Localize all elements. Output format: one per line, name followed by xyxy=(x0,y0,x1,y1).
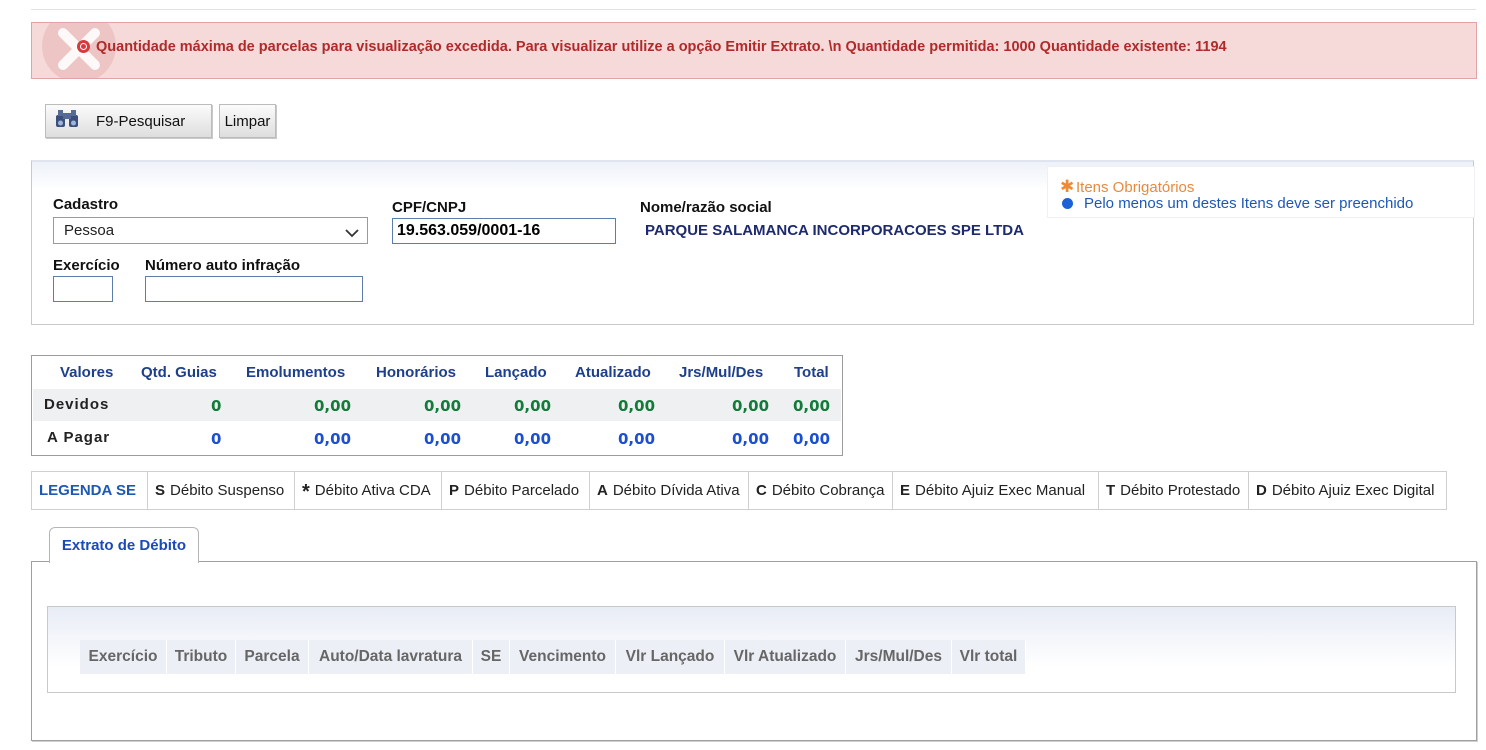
se-legend-item: D Débito Ajuiz Exec Digital xyxy=(1249,472,1446,509)
value-cell: 0,00 xyxy=(732,430,770,448)
grid-header-cell[interactable]: Tributo xyxy=(167,640,236,674)
extrato-grid: Exercício Tributo Parcela Auto/Data lavr… xyxy=(47,606,1456,693)
se-label: Débito Protestado xyxy=(1120,482,1241,499)
error-text: Quantidade máxima de parcelas para visua… xyxy=(96,39,1227,55)
error-dot-icon xyxy=(77,40,90,53)
grid-header-cell[interactable]: Vencimento xyxy=(510,640,616,674)
clear-button[interactable]: Limpar xyxy=(219,104,276,138)
se-label: Débito Dívida Ativa xyxy=(612,482,740,499)
value-cell: 0,00 xyxy=(793,430,831,448)
legend-required-row: ✱ Itens Obrigatórios xyxy=(1060,177,1194,197)
se-label: Débito Cobrança xyxy=(771,482,885,499)
values-summary-table: Valores Qtd. Guias Emolumentos Honorário… xyxy=(31,355,843,456)
value-cell: 0 xyxy=(211,397,222,415)
se-label: Débito Parcelado xyxy=(464,482,580,499)
se-legend-item: A Débito Dívida Ativa xyxy=(590,472,749,509)
grid-header-cell[interactable]: Jrs/Mul/Des xyxy=(846,640,952,674)
se-label: Débito Suspenso xyxy=(170,482,285,499)
value-cell: 0,00 xyxy=(314,430,352,448)
cadastro-select[interactable]: Pessoa xyxy=(53,217,368,244)
se-legend-item: P Débito Parcelado xyxy=(442,472,590,509)
grid-header-cell[interactable]: Parcela xyxy=(236,640,309,674)
legend-one-of-text: Pelo menos um destes Itens deve ser pree… xyxy=(1084,195,1414,212)
value-cell: 0,00 xyxy=(618,430,656,448)
auto-infracao-input[interactable] xyxy=(145,276,363,302)
se-label: Débito Ajuiz Exec Digital xyxy=(1271,482,1435,499)
value-cell: 0,00 xyxy=(618,397,656,415)
values-header: Qtd. Guias xyxy=(141,364,217,381)
auto-infracao-label: Número auto infração xyxy=(145,257,301,274)
value-cell: 0 xyxy=(211,430,222,448)
razao-social-value: PARQUE SALAMANCA INCORPORACOES SPE LTDA xyxy=(645,222,1024,239)
table-row: Devidos 0 0,00 0,00 0,00 0,00 0,00 0,00 xyxy=(33,389,841,421)
se-legend-item: T Débito Protestado xyxy=(1099,472,1249,509)
se-code: C xyxy=(756,482,767,499)
se-legend-item: * Débito Ativa CDA xyxy=(295,472,442,509)
value-cell: 0,00 xyxy=(514,430,552,448)
se-legend-title: LEGENDA SE xyxy=(32,472,148,509)
cpf-cnpj-input[interactable]: 19.563.059/0001-16 xyxy=(392,218,616,244)
clear-button-label: Limpar xyxy=(224,112,271,130)
se-code: D xyxy=(1256,482,1267,499)
chevron-down-icon xyxy=(345,225,359,242)
grid-header-cell[interactable]: Vlr Lançado xyxy=(616,640,725,674)
values-header: Jrs/Mul/Des xyxy=(679,364,764,381)
exercicio-label: Exercício xyxy=(53,257,120,274)
table-row: A Pagar 0 0,00 0,00 0,00 0,00 0,00 0,00 xyxy=(33,422,841,454)
required-legend: ✱ Itens Obrigatórios Pelo menos um destes… xyxy=(1047,166,1475,218)
asterisk-icon: ✱ xyxy=(1060,177,1075,196)
row-label: Devidos xyxy=(44,396,110,413)
se-legend-item: E Débito Ajuiz Exec Manual xyxy=(893,472,1099,509)
grid-header-cell[interactable]: Vlr Atualizado xyxy=(725,640,846,674)
exercicio-input[interactable] xyxy=(53,276,113,302)
se-code: P xyxy=(449,482,460,499)
se-code: T xyxy=(1106,482,1116,499)
se-label: Débito Ativa CDA xyxy=(314,482,431,499)
error-banner: Quantidade máxima de parcelas para visua… xyxy=(31,22,1477,79)
values-header: Atualizado xyxy=(575,364,651,381)
se-code: S xyxy=(155,482,166,499)
grid-header-cell[interactable]: Exercício xyxy=(80,640,167,674)
value-cell: 0,00 xyxy=(514,397,552,415)
value-cell: 0,00 xyxy=(793,397,831,415)
value-cell: 0,00 xyxy=(732,397,770,415)
search-button[interactable]: F9-Pesquisar xyxy=(45,104,212,138)
legend-required-text: Itens Obrigatórios xyxy=(1076,179,1195,196)
values-header: Valores xyxy=(60,364,114,381)
nome-label: Nome/razão social xyxy=(640,199,772,216)
values-header: Honorários xyxy=(376,364,457,381)
row-label: A Pagar xyxy=(47,429,111,446)
grid-header-cell[interactable]: SE xyxy=(473,640,510,674)
se-legend-item: S Débito Suspenso xyxy=(148,472,295,509)
grid-header-row: Exercício Tributo Parcela Auto/Data lavr… xyxy=(80,640,1026,674)
value-cell: 0,00 xyxy=(424,430,462,448)
cadastro-select-value: Pessoa xyxy=(64,222,115,239)
cadastro-label: Cadastro xyxy=(53,196,119,213)
values-header: Lançado xyxy=(485,364,547,381)
error-message: Quantidade máxima de parcelas para visua… xyxy=(77,39,1227,55)
tab-extrato-debito[interactable]: Extrato de Débito xyxy=(49,527,199,563)
values-header: Total xyxy=(794,364,829,381)
binoculars-icon xyxy=(54,109,80,133)
se-code: * xyxy=(302,481,310,503)
top-divider xyxy=(31,9,1476,10)
se-code: E xyxy=(900,482,911,499)
search-form-panel: Cadastro Pessoa CPF/CNPJ 19.563.059/0001… xyxy=(31,160,1475,325)
grid-header-cell[interactable]: Auto/Data lavratura xyxy=(309,640,473,674)
se-code: A xyxy=(597,482,608,499)
legend-one-of-row: Pelo menos um destes Itens deve ser pree… xyxy=(1060,195,1413,212)
se-label: Débito Ajuiz Exec Manual xyxy=(915,482,1086,499)
se-legend-strip: LEGENDA SE S Débito Suspenso * Débito Ativ… xyxy=(31,471,1447,510)
values-header: Emolumentos xyxy=(246,364,346,381)
extrato-tab-panel: Exercício Tributo Parcela Auto/Data lavr… xyxy=(31,561,1477,741)
se-legend-item: C Débito Cobrança xyxy=(749,472,893,509)
search-button-label: F9-Pesquisar xyxy=(96,112,186,130)
value-cell: 0,00 xyxy=(424,397,462,415)
cpf-label: CPF/CNPJ xyxy=(392,199,467,216)
grid-header-cell[interactable]: Vlr total xyxy=(952,640,1026,674)
value-cell: 0,00 xyxy=(314,397,352,415)
blue-dot-icon xyxy=(1062,198,1073,209)
